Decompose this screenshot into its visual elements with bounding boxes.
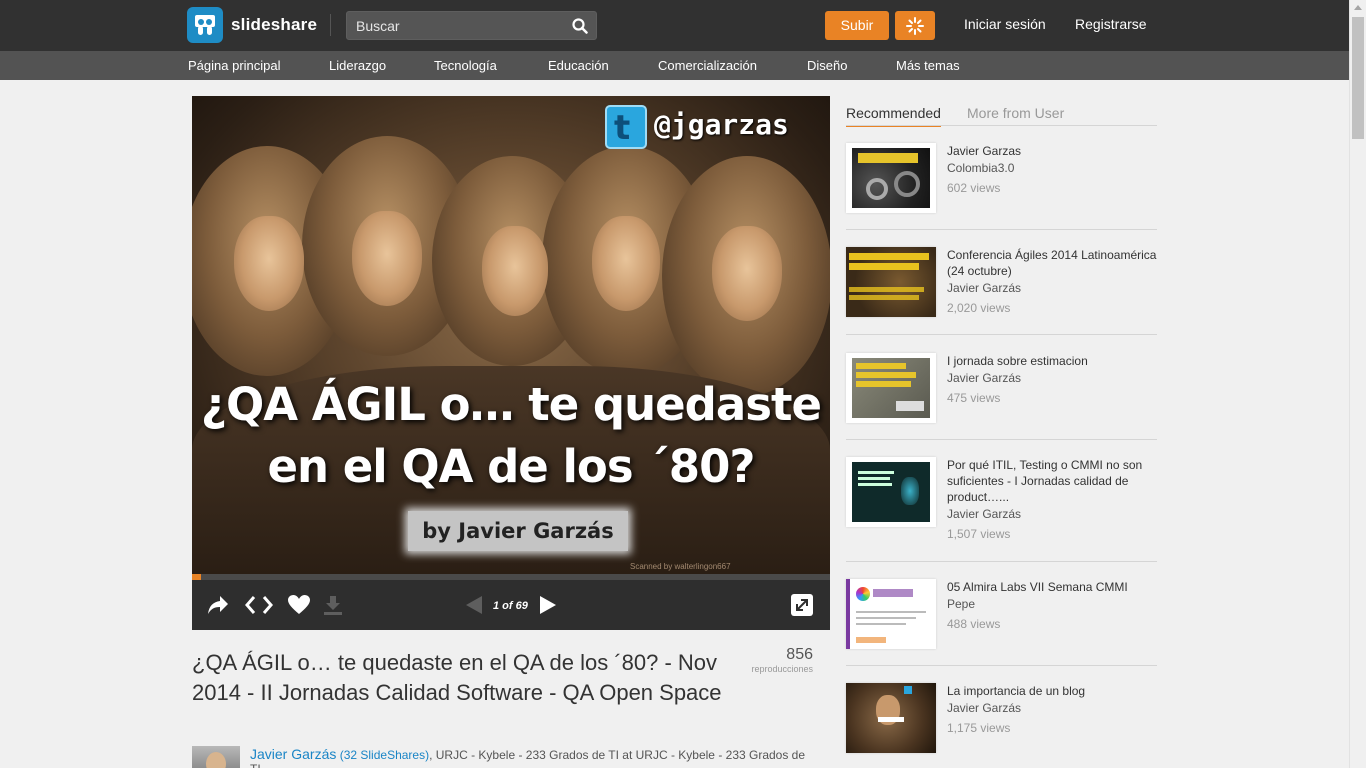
author-info: Javier Garzás (32 SlideShares), URJC - K…	[250, 747, 810, 768]
search-box	[346, 11, 597, 40]
recommended-thumbnail[interactable]	[846, 579, 936, 649]
nav-more-topics[interactable]: Más temas	[896, 58, 960, 73]
page-counter: 1 of 69	[493, 600, 528, 612]
nav-education[interactable]: Educación	[548, 58, 609, 73]
player-controls: 1 of 69	[192, 580, 830, 630]
nav-home[interactable]: Página principal	[188, 58, 281, 73]
search-icon[interactable]	[572, 18, 588, 34]
recommended-author[interactable]: Javier Garzás	[947, 701, 1021, 715]
band-member-face	[352, 211, 422, 306]
newsfeed-button[interactable]	[895, 11, 935, 40]
header-divider	[330, 14, 331, 36]
recommended-thumbnail[interactable]	[846, 247, 936, 317]
recommended-author[interactable]: Javier Garzás	[947, 507, 1021, 521]
fullscreen-icon[interactable]	[790, 593, 814, 617]
upload-button[interactable]: Subir	[825, 11, 889, 40]
recommended-author[interactable]: Colombia3.0	[947, 161, 1014, 175]
sparkle-icon	[906, 17, 924, 35]
item-separator	[846, 561, 1157, 562]
share-icon[interactable]	[206, 594, 230, 616]
scroll-thumb[interactable]	[1352, 17, 1364, 139]
category-nav: Página principal Liderazgo Tecnología Ed…	[0, 51, 1349, 80]
item-separator	[846, 439, 1157, 440]
slide-viewer[interactable]: t @jgarzas ¿QA ÁGIL o… te quedaste en el…	[192, 96, 830, 574]
band-member-face	[482, 226, 548, 316]
recommended-title[interactable]: La importancia de un blog	[947, 683, 1157, 699]
recommended-views: 1,507 views	[947, 527, 1011, 541]
like-heart-icon[interactable]	[287, 594, 311, 616]
recommended-title[interactable]: 05 Almira Labs VII Semana CMMI	[947, 579, 1157, 595]
tab-recommended[interactable]: Recommended	[846, 105, 941, 127]
recommended-title[interactable]: Conferencia Ágiles 2014 Latinoamérica (2…	[947, 247, 1157, 279]
download-icon[interactable]	[322, 594, 344, 616]
tab-more-from-user[interactable]: More from User	[967, 105, 1064, 121]
band-member-face	[592, 216, 660, 311]
recommended-author[interactable]: Javier Garzás	[947, 371, 1021, 385]
recommended-views: 488 views	[947, 617, 1001, 631]
recommended-views: 475 views	[947, 391, 1001, 405]
twitter-icon: t	[605, 105, 647, 149]
author-avatar[interactable]	[192, 746, 240, 768]
view-count: 856	[786, 646, 813, 663]
item-separator	[846, 665, 1157, 666]
author-slideshare-count[interactable]: (32 SlideShares)	[340, 748, 429, 762]
item-separator	[846, 229, 1157, 230]
recommended-title[interactable]: Javier Garzas	[947, 143, 1157, 159]
login-link[interactable]: Iniciar sesión	[964, 16, 1046, 32]
recommended-author[interactable]: Pepe	[947, 597, 975, 611]
next-slide-icon[interactable]	[538, 594, 558, 616]
recommended-thumbnail[interactable]	[846, 457, 936, 527]
scroll-up-arrow-icon[interactable]	[1354, 5, 1362, 10]
recommended-author[interactable]: Javier Garzás	[947, 281, 1021, 295]
recommended-views: 1,175 views	[947, 721, 1011, 735]
recommended-thumbnail[interactable]	[846, 353, 936, 423]
tab-underline	[846, 125, 1157, 126]
page-scrollbar[interactable]	[1349, 0, 1366, 768]
recommended-thumbnail[interactable]	[846, 683, 936, 753]
recommended-title[interactable]: I jornada sobre estimacion	[947, 353, 1157, 369]
register-link[interactable]: Registrarse	[1075, 16, 1147, 32]
nav-design[interactable]: Diseño	[807, 58, 847, 73]
top-bar: slideshare Subir Iniciar sesión Registra…	[0, 0, 1349, 51]
slide-byline: by Javier Garzás	[408, 511, 628, 551]
item-separator	[846, 334, 1157, 335]
nav-marketing[interactable]: Comercialización	[658, 58, 757, 73]
embed-icon[interactable]	[244, 594, 274, 616]
twitter-handle: @jgarzas	[654, 108, 789, 141]
nav-technology[interactable]: Tecnología	[434, 58, 497, 73]
recommended-thumbnail[interactable]	[846, 143, 936, 213]
recommended-views: 2,020 views	[947, 301, 1011, 315]
author-name-link[interactable]: Javier Garzás	[250, 746, 336, 762]
brand-name[interactable]: slideshare	[231, 15, 317, 35]
view-count-label: reproducciones	[751, 664, 813, 674]
slide-title-line1: ¿QA ÁGIL o… te quedaste	[200, 378, 822, 431]
nav-leadership[interactable]: Liderazgo	[329, 58, 386, 73]
slide-title: ¿QA ÁGIL o… te quedaste en el QA de los …	[192, 374, 830, 498]
search-input[interactable]	[347, 12, 567, 39]
slide-title-line2: en el QA de los ´80?	[267, 440, 756, 493]
presentation-title: ¿QA ÁGIL o… te quedaste en el QA de los …	[192, 650, 722, 705]
band-member-face	[712, 226, 782, 321]
previous-slide-icon[interactable]	[464, 594, 484, 616]
slideshare-logo-icon[interactable]	[187, 7, 223, 43]
photo-credit: Scanned by walterlingon667	[630, 562, 731, 571]
recommended-views: 602 views	[947, 181, 1001, 195]
recommended-title[interactable]: Por qué ITIL, Testing o CMMI no son sufi…	[947, 457, 1157, 505]
band-member-face	[234, 216, 304, 311]
